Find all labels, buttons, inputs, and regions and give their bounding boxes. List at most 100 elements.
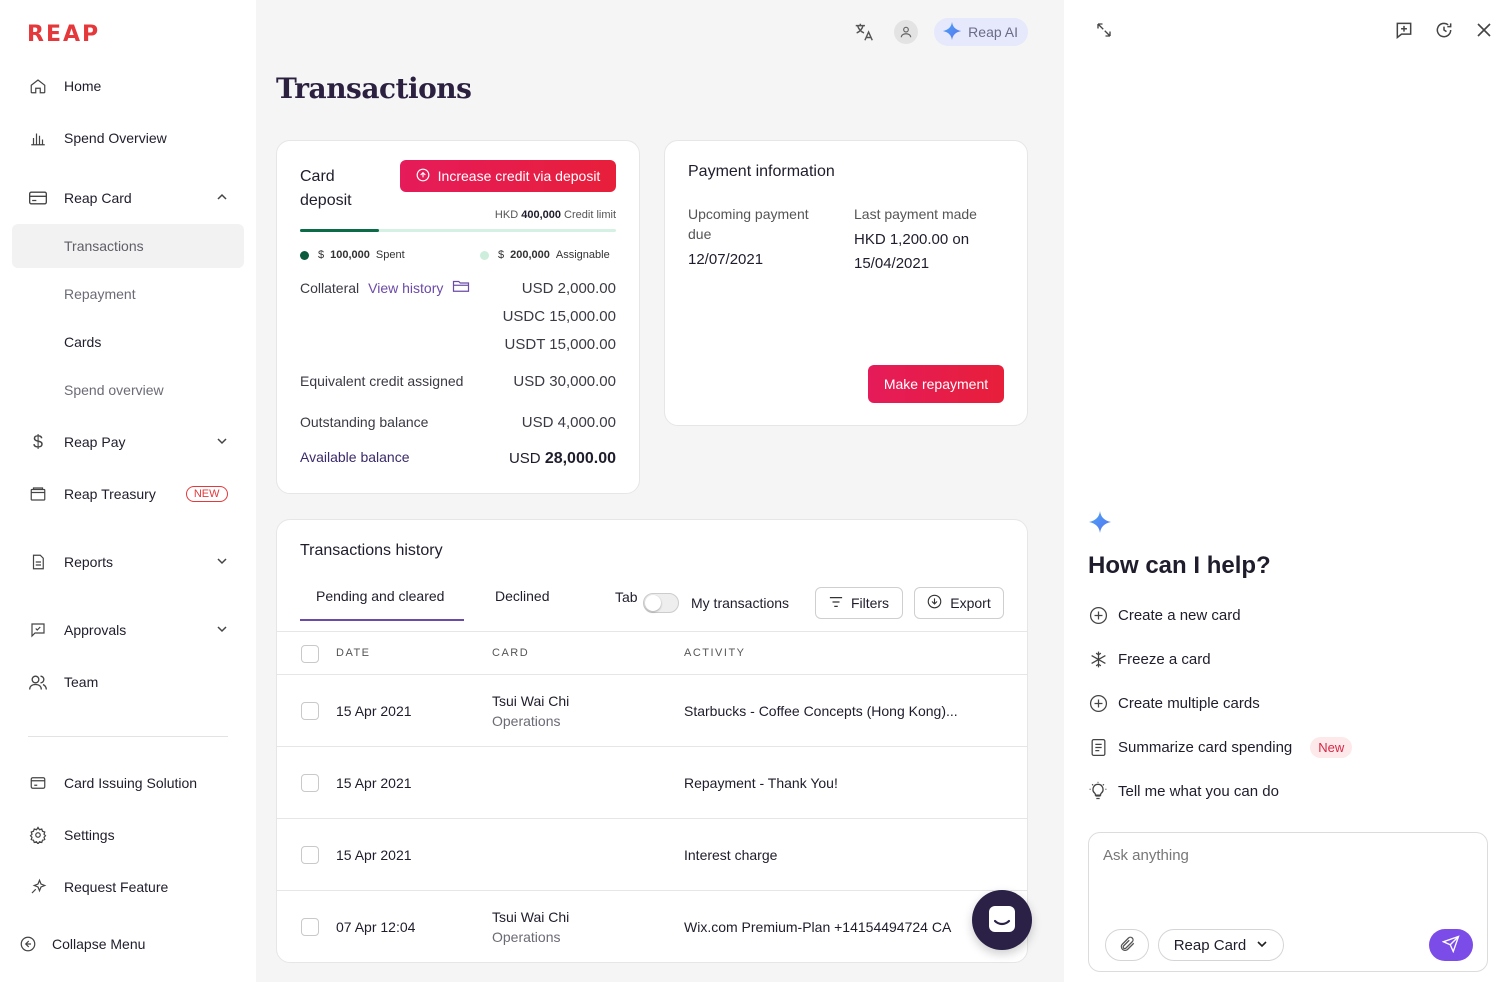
view-history-link[interactable]: View history — [368, 280, 443, 296]
ai-input-box: Reap Card — [1088, 832, 1488, 972]
attach-button[interactable] — [1105, 929, 1149, 961]
collateral-value-usdt: USDT 15,000.00 — [504, 336, 616, 353]
sidebar-item-request-feature[interactable]: Request Feature — [12, 865, 244, 909]
context-select-value: Reap Card — [1173, 936, 1247, 954]
reap-ai-button[interactable]: Reap AI — [934, 18, 1028, 46]
translate-icon[interactable] — [850, 18, 878, 46]
transactions-history-panel: Transactions history Pending and cleared… — [276, 519, 1028, 963]
increase-credit-label: Increase credit via deposit — [437, 168, 601, 184]
row-activity: Wix.com Premium-Plan +14154494724 CA — [684, 919, 952, 935]
sidebar-item-label: Settings — [64, 827, 115, 843]
row-card-team: Operations — [492, 713, 561, 729]
available-amount: 28,000.00 — [544, 450, 616, 467]
ask-anything-input[interactable] — [1103, 847, 1473, 907]
row-card-name: Tsui Wai Chi — [492, 693, 570, 709]
upcoming-payment-value: 12/07/2021 — [688, 251, 764, 268]
my-transactions-label: My transactions — [691, 595, 790, 611]
chevron-down-icon — [216, 554, 228, 570]
expand-icon[interactable] — [1092, 18, 1116, 42]
suggestion-summarize-spending[interactable]: Summarize card spending New — [1088, 735, 1353, 759]
chevron-down-icon — [216, 622, 228, 638]
row-activity: Interest charge — [684, 847, 778, 863]
sidebar-item-reap-treasury[interactable]: Reap Treasury NEW — [12, 472, 244, 516]
new-chat-icon[interactable] — [1392, 18, 1416, 42]
row-checkbox[interactable] — [301, 774, 319, 792]
assignable-dot — [480, 250, 489, 260]
sidebar-item-settings[interactable]: Settings — [12, 813, 244, 857]
approval-icon — [28, 620, 48, 640]
new-badge: NEW — [185, 486, 228, 502]
table-row[interactable]: 15 Apr 2021 Interest charge — [277, 819, 1027, 891]
send-button[interactable] — [1429, 929, 1473, 961]
select-all-checkbox[interactable] — [301, 645, 319, 663]
suggestion-create-card[interactable]: Create a new card — [1088, 603, 1241, 627]
tab-pending-cleared[interactable]: Pending and cleared — [316, 588, 444, 604]
main-content: Reap AI Transactions Card deposit Increa… — [256, 0, 1064, 982]
sidebar-sub-cards[interactable]: Cards — [12, 320, 244, 364]
folder-icon[interactable] — [452, 279, 470, 296]
row-card-team: Operations — [492, 929, 561, 945]
sidebar-item-card-issuing[interactable]: Card Issuing Solution — [12, 761, 244, 805]
tab-declined[interactable]: Declined — [495, 588, 549, 604]
sidebar-item-approvals[interactable]: Approvals — [12, 608, 244, 652]
suggestion-create-multiple-cards[interactable]: Create multiple cards — [1088, 691, 1260, 715]
chevron-down-icon — [1256, 937, 1268, 954]
table-row[interactable]: 07 Apr 12:04 Tsui Wai Chi Operations Wix… — [277, 891, 1027, 962]
sidebar-item-label: Request Feature — [64, 879, 169, 895]
export-button[interactable]: Export — [914, 587, 1004, 619]
column-date[interactable]: DATE — [336, 647, 371, 659]
filters-button[interactable]: Filters — [815, 587, 903, 619]
column-card[interactable]: CARD — [492, 647, 529, 659]
row-checkbox[interactable] — [301, 918, 319, 936]
toggle-knob — [645, 595, 661, 611]
sidebar-item-label: Reap Card — [64, 190, 132, 206]
sidebar-item-reap-pay[interactable]: $ Reap Pay — [12, 420, 244, 464]
chevron-up-icon — [216, 190, 228, 206]
reap-logo[interactable]: REAP — [27, 22, 100, 47]
row-activity: Repayment - Thank You! — [684, 775, 838, 791]
sidebar-item-label: Approvals — [64, 622, 127, 638]
collapse-menu-button[interactable]: Collapse Menu — [0, 922, 232, 966]
payment-info-panel: Payment information Upcoming payment due… — [664, 140, 1028, 426]
ai-heading: How can I help? — [1088, 552, 1271, 579]
sidebar-item-reap-card[interactable]: Reap Card — [12, 176, 244, 220]
sidebar-sub-repayment[interactable]: Repayment — [12, 272, 244, 316]
equiv-credit-value: USD 30,000.00 — [513, 373, 616, 390]
sidebar-item-label: Reap Treasury — [64, 486, 156, 502]
collateral-value-usd: USD 2,000.00 — [521, 280, 616, 297]
column-activity[interactable]: ACTIVITY — [684, 647, 746, 659]
sidebar-item-home[interactable]: Home — [12, 64, 244, 108]
sidebar-sub-spend-overview[interactable]: Spend overview — [12, 368, 244, 412]
sidebar-item-reports[interactable]: Reports — [12, 540, 244, 584]
my-transactions-toggle[interactable] — [643, 593, 679, 613]
suggestion-freeze-card[interactable]: Freeze a card — [1088, 647, 1211, 671]
sidebar-divider — [28, 736, 228, 737]
suggestion-what-can-you-do[interactable]: Tell me what you can do — [1088, 779, 1279, 803]
increase-credit-button[interactable]: Increase credit via deposit — [400, 160, 616, 192]
chevron-down-icon — [216, 434, 228, 450]
history-icon[interactable] — [1432, 18, 1456, 42]
row-checkbox[interactable] — [301, 846, 319, 864]
spent-dot — [300, 250, 309, 260]
row-checkbox[interactable] — [301, 702, 319, 720]
chat-support-button[interactable] — [972, 890, 1032, 950]
document-icon — [1088, 737, 1108, 757]
filters-label: Filters — [850, 595, 890, 611]
user-avatar[interactable] — [894, 20, 919, 44]
collapse-menu-label: Collapse Menu — [52, 936, 146, 952]
credit-progress-fill — [300, 229, 379, 232]
spent-label: Spent — [375, 249, 405, 261]
sidebar: REAP Home Spend Overview Reap Card Trans… — [0, 0, 256, 982]
sidebar-item-team[interactable]: Team — [12, 660, 244, 704]
table-row[interactable]: 15 Apr 2021 Tsui Wai Chi Operations Star… — [277, 675, 1027, 747]
sidebar-sub-transactions[interactable]: Transactions — [12, 224, 244, 268]
make-repayment-button[interactable]: Make repayment — [868, 365, 1004, 403]
active-tab-indicator — [300, 619, 464, 621]
sidebar-item-spend-overview[interactable]: Spend Overview — [12, 116, 244, 160]
table-row[interactable]: 15 Apr 2021 Repayment - Thank You! — [277, 747, 1027, 819]
report-icon — [28, 552, 48, 572]
close-icon[interactable] — [1472, 18, 1496, 42]
credit-limit-currency: HKD — [494, 209, 519, 221]
context-select[interactable]: Reap Card — [1158, 929, 1284, 961]
bar-chart-icon — [28, 128, 48, 148]
